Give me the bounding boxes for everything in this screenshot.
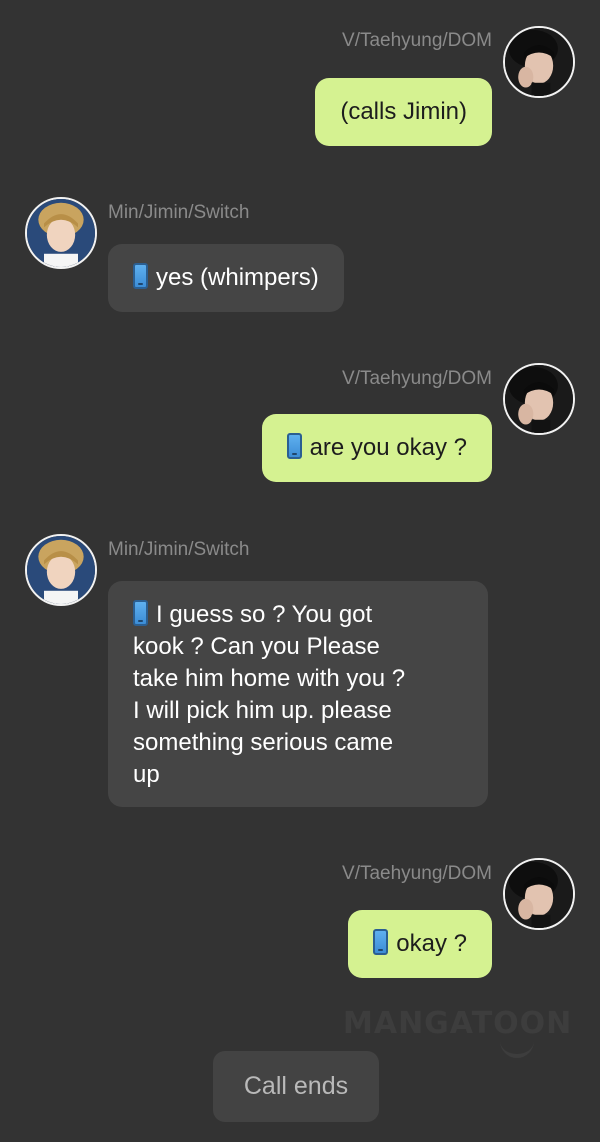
message-text: (calls Jimin) — [340, 98, 467, 125]
sender-name: V/Taehyung/DOM — [342, 863, 492, 884]
message-text: yes (whimpers) — [156, 264, 319, 291]
sender-name: V/Taehyung/DOM — [342, 368, 492, 389]
mobile-phone-icon — [133, 263, 148, 289]
message-line: take him home with you ? — [133, 665, 406, 692]
sender-name: Min/Jimin/Switch — [108, 202, 250, 223]
message-bubble-sent[interactable]: are you okay ? — [261, 414, 492, 482]
mobile-phone-icon — [133, 600, 148, 626]
avatar-image — [505, 365, 573, 433]
avatar-image — [505, 28, 573, 96]
avatar-jimin[interactable] — [25, 534, 97, 606]
avatar-jimin[interactable] — [25, 197, 97, 269]
message-line: up — [133, 761, 160, 788]
avatar-taehyung[interactable] — [503, 363, 575, 435]
message-text: okay ? — [396, 930, 467, 957]
call-ends-label: Call ends — [213, 1051, 379, 1122]
avatar-taehyung[interactable] — [503, 26, 575, 98]
mobile-phone-icon — [286, 433, 302, 459]
message-bubble-sent[interactable]: okay ? — [348, 910, 492, 978]
message-text: I guess so ? You got — [156, 601, 373, 628]
avatar-image — [27, 536, 95, 604]
watermark-smile-icon — [500, 1040, 534, 1058]
avatar-image — [27, 199, 95, 267]
message-line: I will pick him up. please — [133, 697, 392, 724]
message-line: something serious came — [133, 729, 394, 756]
avatar-taehyung[interactable] — [503, 858, 575, 930]
message-line: I guess so ? You got — [133, 599, 463, 631]
message-line: kook ? Can you Please — [133, 633, 380, 660]
avatar-image — [505, 860, 573, 928]
message-bubble-sent[interactable]: (calls Jimin) — [315, 78, 492, 146]
message-bubble-received[interactable]: yes (whimpers) — [108, 244, 344, 312]
message-bubble-received[interactable]: I guess so ? You got kook ? Can you Plea… — [108, 581, 488, 807]
sender-name: Min/Jimin/Switch — [108, 539, 250, 560]
watermark-logo: MANGATOON — [343, 1006, 573, 1041]
sender-name: V/Taehyung/DOM — [342, 30, 492, 51]
mobile-phone-icon — [373, 929, 389, 955]
message-text: are you okay ? — [309, 434, 467, 461]
